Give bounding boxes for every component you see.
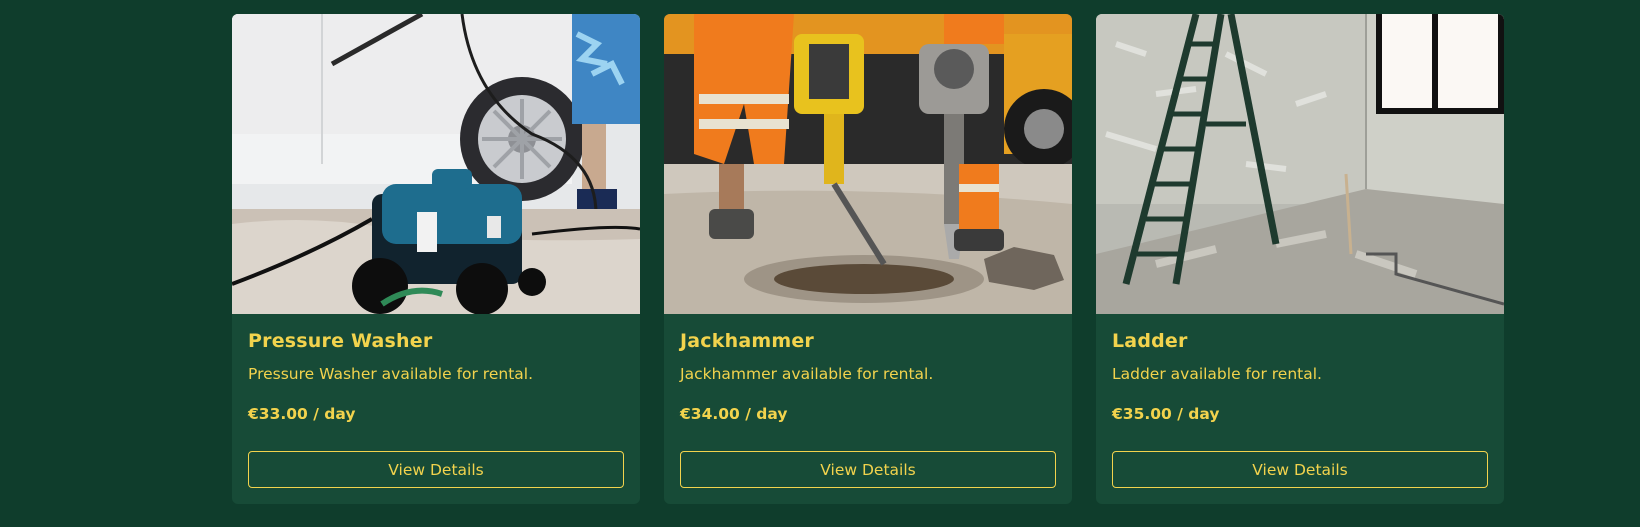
view-details-button[interactable]: View Details xyxy=(680,451,1056,488)
product-price: €35.00 / day xyxy=(1112,405,1220,423)
product-description: Ladder available for rental. xyxy=(1112,365,1322,383)
product-image-ladder[interactable] xyxy=(1096,14,1504,314)
product-card-body: Jackhammer Jackhammer available for rent… xyxy=(664,314,1072,504)
product-card-ladder: Ladder Ladder available for rental. €35.… xyxy=(1096,14,1504,504)
product-title: Pressure Washer xyxy=(248,330,433,352)
product-image-jackhammer[interactable] xyxy=(664,14,1072,314)
product-grid: Pressure Washer Pressure Washer availabl… xyxy=(232,14,1504,504)
product-card-jackhammer: Jackhammer Jackhammer available for rent… xyxy=(664,14,1072,504)
view-details-button[interactable]: View Details xyxy=(248,451,624,488)
product-image-pressure-washer[interactable] xyxy=(232,14,640,314)
product-title: Ladder xyxy=(1112,330,1188,352)
product-card-body: Pressure Washer Pressure Washer availabl… xyxy=(232,314,640,504)
product-description: Jackhammer available for rental. xyxy=(680,365,934,383)
view-details-button[interactable]: View Details xyxy=(1112,451,1488,488)
product-description: Pressure Washer available for rental. xyxy=(248,365,534,383)
product-title: Jackhammer xyxy=(680,330,814,352)
product-price: €34.00 / day xyxy=(680,405,788,423)
product-price: €33.00 / day xyxy=(248,405,356,423)
product-card-pressure-washer: Pressure Washer Pressure Washer availabl… xyxy=(232,14,640,504)
product-card-body: Ladder Ladder available for rental. €35.… xyxy=(1096,314,1504,504)
